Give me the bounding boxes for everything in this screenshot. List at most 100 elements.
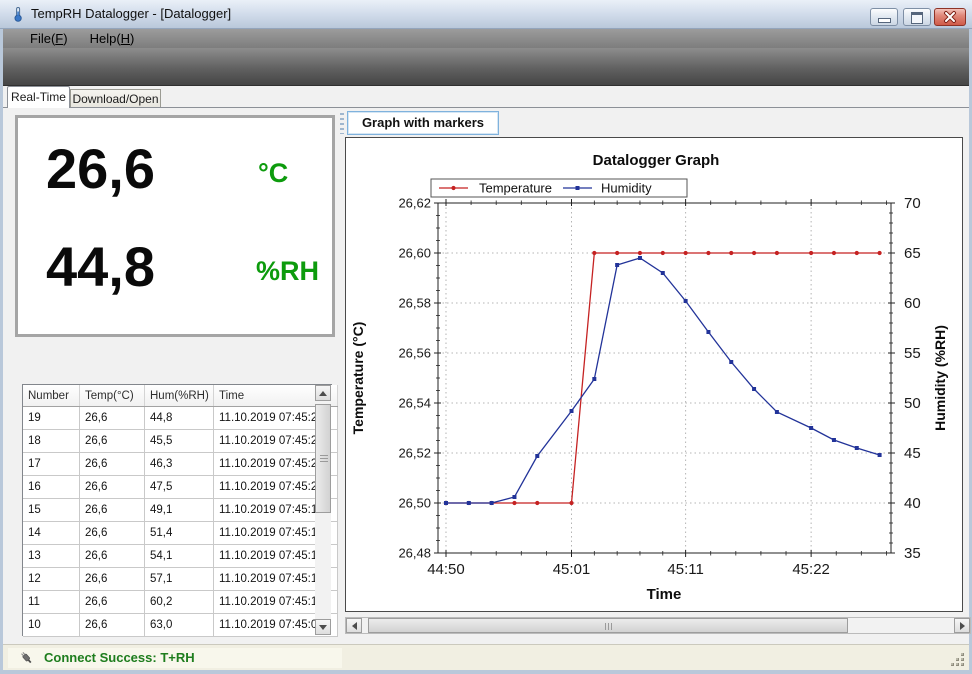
status-message: Connect Success: T+RH (44, 648, 195, 668)
table-cell: 46,3 (145, 453, 214, 476)
table-vertical-scrollbar[interactable] (315, 385, 331, 635)
table-cell: 16 (23, 476, 80, 499)
table-cell: 26,6 (80, 545, 145, 568)
x-axis-label: Time (647, 586, 682, 603)
chart-title: Datalogger Graph (593, 152, 720, 169)
chart-horizontal-scrollbar[interactable] (345, 617, 971, 634)
table-cell: 60,2 (145, 591, 214, 614)
plot-border (438, 203, 891, 553)
table-cell: 49,1 (145, 499, 214, 522)
status-bar: Connect Success: T+RH (3, 644, 969, 670)
minimize-button[interactable] (870, 8, 898, 26)
svg-text:40: 40 (904, 495, 921, 512)
svg-text:26,48: 26,48 (398, 546, 431, 561)
table-row[interactable]: 1126,660,211.10.2019 07:45:11 (23, 591, 338, 614)
table-cell: 26,6 (80, 453, 145, 476)
svg-text:45: 45 (904, 445, 921, 462)
maximize-icon (911, 12, 923, 24)
svg-text:60: 60 (904, 295, 921, 312)
table-cell: 26,6 (80, 522, 145, 545)
table-row[interactable]: 1026,663,011.10.2019 07:45:09 (23, 614, 338, 637)
svg-text:45:22: 45:22 (792, 561, 830, 578)
resize-grip[interactable] (951, 653, 965, 667)
table-cell: 11 (23, 591, 80, 614)
table-row[interactable]: 1726,646,311.10.2019 07:45:24 (23, 453, 338, 476)
table-cell: 26,6 (80, 568, 145, 591)
table-cell: 26,6 (80, 407, 145, 430)
table-cell: 18 (23, 430, 80, 453)
scroll-left-button[interactable] (346, 618, 362, 633)
svg-text:55: 55 (904, 345, 921, 362)
column-header[interactable]: Hum(%RH) (145, 385, 214, 407)
table-cell: 26,6 (80, 499, 145, 522)
table-row[interactable]: 1326,654,111.10.2019 07:45:15 (23, 545, 338, 568)
close-button[interactable] (934, 8, 966, 26)
svg-text:26,54: 26,54 (398, 396, 431, 411)
title-bar: TempRH Datalogger - [Datalogger] (0, 0, 972, 29)
scroll-up-button[interactable] (315, 385, 331, 401)
table-row[interactable]: 1926,644,811.10.2019 07:45:28 (23, 407, 338, 430)
table-cell: 57,1 (145, 568, 214, 591)
chart-scrollbar-thumb[interactable] (368, 618, 848, 633)
table-scrollbar-thumb[interactable] (315, 404, 331, 513)
svg-text:45:01: 45:01 (553, 561, 591, 578)
svg-text:26,56: 26,56 (398, 346, 431, 361)
table-cell: 19 (23, 407, 80, 430)
humidity-unit: %RH (256, 256, 319, 287)
table-cell: 54,1 (145, 545, 214, 568)
chart-svg: Datalogger Graph 26,48 26,50 26,52 26,54 26,5… (346, 138, 962, 611)
column-header[interactable]: Temp(°C) (80, 385, 145, 407)
realtime-display-panel: 26,6 °C 44,8 %RH (15, 115, 335, 337)
svg-text:26,58: 26,58 (398, 296, 431, 311)
legend-label: Humidity (601, 181, 652, 196)
app-window: { "window": { "title": "TempRH Datalogge… (0, 0, 972, 674)
menu-bar: File(F)Help(H) (3, 29, 969, 48)
series-temperature (446, 253, 880, 503)
menu-help[interactable]: Help(H) (79, 29, 146, 48)
maximize-button[interactable] (903, 8, 931, 26)
table-cell: 13 (23, 545, 80, 568)
tab-realtime[interactable]: Real-Time (7, 86, 70, 108)
table-cell: 51,4 (145, 522, 214, 545)
svg-text:65: 65 (904, 245, 921, 262)
series-humidity (446, 258, 880, 503)
table-row[interactable]: 1826,645,511.10.2019 07:45:26 (23, 430, 338, 453)
table-row[interactable]: 1226,657,111.10.2019 07:45:13 (23, 568, 338, 591)
table-cell: 47,5 (145, 476, 214, 499)
table-cell: 10 (23, 614, 80, 637)
humidity-value: 44,8 (46, 234, 155, 299)
scroll-down-button[interactable] (315, 619, 331, 635)
arrow-left-icon (352, 622, 357, 630)
legend-label: Temperature (479, 181, 552, 196)
table-row[interactable]: 1426,651,411.10.2019 07:45:17 (23, 522, 338, 545)
table-cell: 14 (23, 522, 80, 545)
svg-text:26,50: 26,50 (398, 496, 431, 511)
table-row[interactable]: 1526,649,111.10.2019 07:45:19 (23, 499, 338, 522)
tab-download-open[interactable]: Download/Open (70, 89, 161, 108)
table-cell: 26,6 (80, 614, 145, 637)
menu-file[interactable]: File(F) (19, 29, 79, 48)
chart-panel: Datalogger Graph 26,48 26,50 26,52 26,54 26,5… (345, 137, 963, 612)
graph-toolbar-grip[interactable] (340, 113, 344, 134)
scroll-right-button[interactable] (954, 618, 970, 633)
temperature-unit: °C (258, 158, 288, 189)
svg-text:50: 50 (904, 395, 921, 412)
table-cell: 63,0 (145, 614, 214, 637)
arrow-up-icon (319, 391, 327, 396)
arrow-down-icon (319, 625, 327, 630)
column-header[interactable]: Number (23, 385, 80, 407)
log-table: NumberTemp(°C)Hum(%RH)Time 1926,644,811.… (22, 384, 332, 636)
left-axis-label: Temperature (°C) (350, 322, 366, 435)
close-icon (935, 9, 965, 25)
svg-text:44:50: 44:50 (427, 561, 465, 578)
table-cell: 26,6 (80, 430, 145, 453)
graph-with-markers-button[interactable]: Graph with markers (347, 111, 499, 135)
thermometer-app-icon (10, 6, 26, 22)
svg-text:26,52: 26,52 (398, 446, 431, 461)
table-cell: 26,6 (80, 476, 145, 499)
table-cell: 17 (23, 453, 80, 476)
svg-text:26,62: 26,62 (398, 196, 431, 211)
window-title: TempRH Datalogger - [Datalogger] (31, 0, 231, 28)
table-row[interactable]: 1626,647,511.10.2019 07:45:22 (23, 476, 338, 499)
client-area: Real-TimeDownload/Open 26,6 °C 44,8 %RH … (3, 86, 969, 670)
